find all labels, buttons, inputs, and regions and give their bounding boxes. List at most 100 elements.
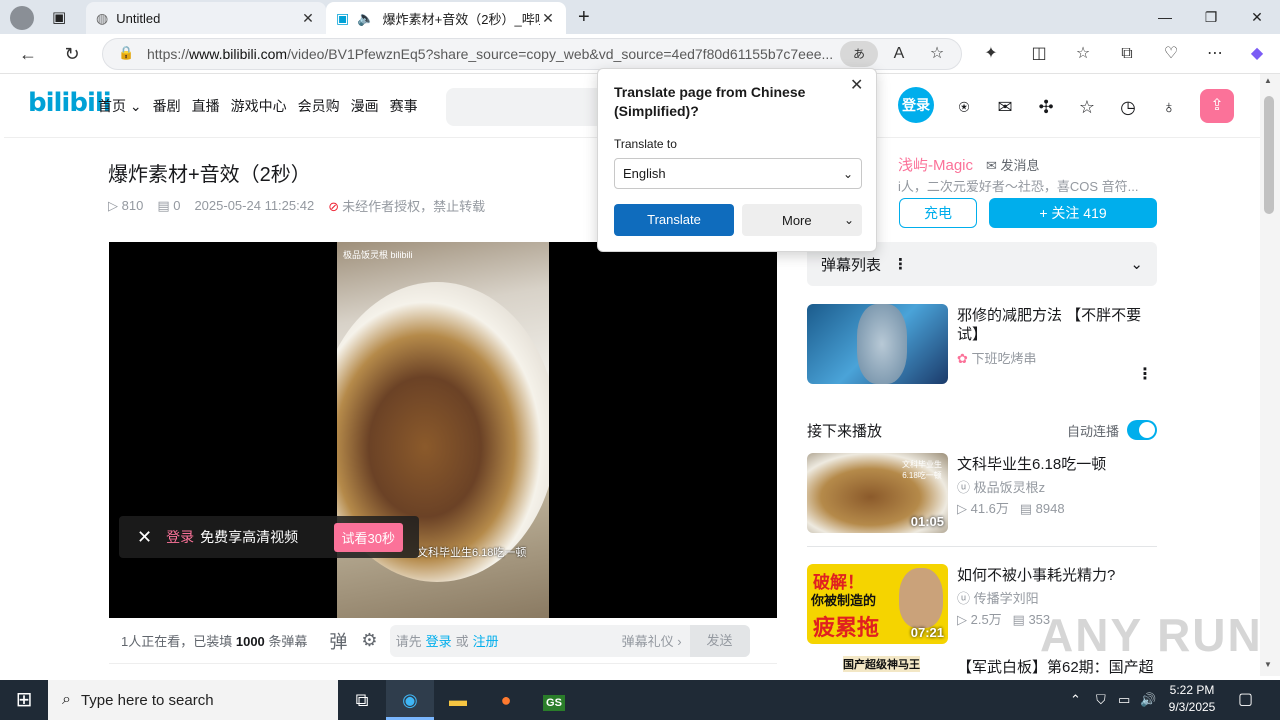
nav-home[interactable]: 首页 ⌄ [98,96,142,116]
ad-thumbnail[interactable] [807,304,948,384]
video-thumbnail[interactable]: 破解！ 你被制造的 疲累拖 07:21 [807,564,948,644]
restore-button[interactable]: ❐ [1188,0,1234,34]
search-input[interactable] [446,88,606,126]
video-thumbnail[interactable]: 国产超级神马王 [807,656,948,676]
video-author[interactable]: ⓤ 极品饭灵根z [957,477,1045,496]
profile-avatar[interactable] [10,6,34,30]
address-bar[interactable]: https://www.bilibili.com/video/BV1Pfewzn… [102,38,962,70]
creator-icon[interactable]: ♁ [1156,94,1182,120]
promo-text: 免费享高清视频 [200,529,299,545]
clock[interactable]: 5:22 PM 9/3/2025 [1160,682,1224,716]
favorites-icon[interactable]: ☆ [1068,40,1098,68]
edge-icon[interactable]: ◉ [386,680,434,720]
site-info-icon[interactable]: 🔒 [118,45,134,61]
nav-manga[interactable]: 漫画 [351,96,379,116]
task-view-icon[interactable]: ⧉ [338,680,386,720]
video-thumbnail[interactable]: 文科毕业生 6.18吃一顿 01:05 [807,453,948,533]
tab-bilibili[interactable]: ▣ 🔈 爆炸素材+音效（2秒）_哔哩 ✕ [326,2,566,34]
taskbar-search[interactable]: ⌕ Type here to search [48,680,338,720]
uploader-description: i人，二次元爱好者～社恐，喜COS 音符... [898,179,1139,194]
extensions-icon[interactable]: ✦ [976,40,1006,68]
more-label: More [782,212,812,228]
windows-start-icon[interactable]: ⊞ [0,680,48,720]
autoplay-toggle[interactable] [1127,420,1157,440]
more-icon[interactable]: ⋮ [1137,364,1153,384]
close-window-button[interactable]: ✕ [1234,0,1280,34]
upload-icon[interactable]: ⇪ [1200,89,1234,123]
scrollbar-thumb[interactable] [1264,96,1274,214]
tab-actions-icon[interactable]: ▣ [52,8,66,26]
network-icon[interactable]: ▭ [1118,680,1130,720]
favorites-icon[interactable]: ☆ [1074,94,1100,120]
tab-title: 爆炸素材+音效（2秒）_哔哩 [382,11,540,27]
follow-button[interactable]: + 关注 419 [989,198,1157,228]
more-icon[interactable]: ⋮ [893,255,908,273]
nav-games[interactable]: 游戏中心 [231,96,287,116]
minimize-button[interactable]: — [1142,0,1188,34]
send-message-link[interactable]: ✉ 发消息 [986,155,1040,174]
speaker-icon[interactable]: 🔈 [357,10,374,27]
nav-shop[interactable]: 会员购 [298,96,340,116]
favorite-star-icon[interactable]: ☆ [922,40,952,68]
video-title[interactable]: 如何不被小事耗光精力? [957,566,1159,585]
scroll-up-icon[interactable]: ▲ [1264,76,1272,85]
security-icon[interactable]: ⛉ [1096,680,1106,720]
thumb-caption: 文科毕业生 6.18吃一顿 [902,460,942,480]
login-link[interactable]: 登录 [426,631,452,650]
volume-icon[interactable]: 🔊 [1140,680,1156,720]
translate-button[interactable]: Translate [614,204,734,236]
video-player[interactable]: 极品饭灵根 bilibili 文科毕业生6.18吃一顿 ✕ 登录 免费享高清视频… [109,242,777,618]
nav-anime[interactable]: 番剧 [153,96,181,116]
register-link[interactable]: 注册 [473,631,499,650]
send-button[interactable]: 发送 [689,624,750,657]
recommendation-card[interactable]: 文科毕业生 6.18吃一顿 01:05 文科毕业生6.18吃一顿 ⓤ 极品饭灵根… [807,453,1159,535]
trial-button[interactable]: 试看30秒 [333,522,403,552]
ad-card[interactable]: 邪修的减肥方法 【不胖不要试】 ✿ 下班吃烤串 ⋮ [807,304,1159,386]
file-explorer-icon[interactable]: ▬ [434,680,482,720]
message-icon[interactable]: ✉ [992,94,1018,120]
close-icon[interactable]: ✕ [137,527,152,548]
ad-title[interactable]: 邪修的减肥方法 【不胖不要试】 [957,306,1159,344]
new-tab-icon[interactable]: + [578,6,590,29]
refresh-icon[interactable]: ↻ [58,40,86,68]
nav-esports[interactable]: 赛事 [390,96,418,116]
more-button[interactable]: More ⌄ [742,204,862,236]
url-path: /video/BV1PfewznEq5?share_source=copy_we… [287,46,834,62]
translate-icon[interactable]: あ [840,41,878,67]
danmaku-toggle-icon[interactable]: 弹 [329,628,347,654]
greenshot-icon[interactable]: GS [530,680,578,720]
danmaku-etiquette-link[interactable]: 弹幕礼仪 › [622,631,682,650]
video-author[interactable]: ⓤ 传播学刘阳 [957,588,1039,607]
up-next-header: 接下来播放 [807,423,883,440]
more-menu-icon[interactable]: ⋯ [1200,40,1230,68]
video-title[interactable]: 文科毕业生6.18吃一顿 [957,455,1159,474]
split-screen-icon[interactable]: ◫ [1024,40,1054,68]
close-tab-icon[interactable]: ✕ [300,10,316,27]
charge-button[interactable]: 充电 [899,198,977,228]
close-icon[interactable]: ✕ [850,75,863,95]
read-aloud-icon[interactable]: A [884,40,914,68]
login-button[interactable]: 登录 [898,87,934,123]
tray-chevron-icon[interactable]: ⌃ [1070,680,1081,720]
back-icon[interactable]: ← [14,40,42,68]
copilot-icon[interactable]: ◆ [1242,40,1272,68]
uploader-name[interactable]: 浅屿-Magic [898,154,973,175]
history-icon[interactable]: ◷ [1115,94,1141,120]
tab-untitled[interactable]: ◍ Untitled ✕ [86,2,326,34]
close-tab-icon[interactable]: ✕ [540,10,556,27]
dynamics-icon[interactable]: ✣ [1033,94,1059,120]
nav-live[interactable]: 直播 [192,96,220,116]
vip-icon[interactable]: ⍟ [951,94,977,120]
notifications-icon[interactable]: ▢ [1238,680,1253,720]
translate-to-label: Translate to [614,137,677,151]
ad-author[interactable]: ✿ 下班吃烤串 [957,348,1037,367]
language-select[interactable]: English ⌄ [614,158,862,189]
danmaku-icon: ▤ [1019,501,1036,516]
browser-essentials-icon[interactable]: ♡ [1156,40,1186,68]
promo-login-link[interactable]: 登录 [166,527,194,547]
collections-icon[interactable]: ⧉ [1112,40,1142,68]
danmaku-settings-icon[interactable]: ⚙ [361,630,377,651]
firefox-icon[interactable]: ● [482,680,530,720]
danmaku-input[interactable]: 请先 登录 或 注册 弹幕礼仪 › 发送 [389,624,750,657]
scroll-down-icon[interactable]: ▼ [1264,660,1272,669]
